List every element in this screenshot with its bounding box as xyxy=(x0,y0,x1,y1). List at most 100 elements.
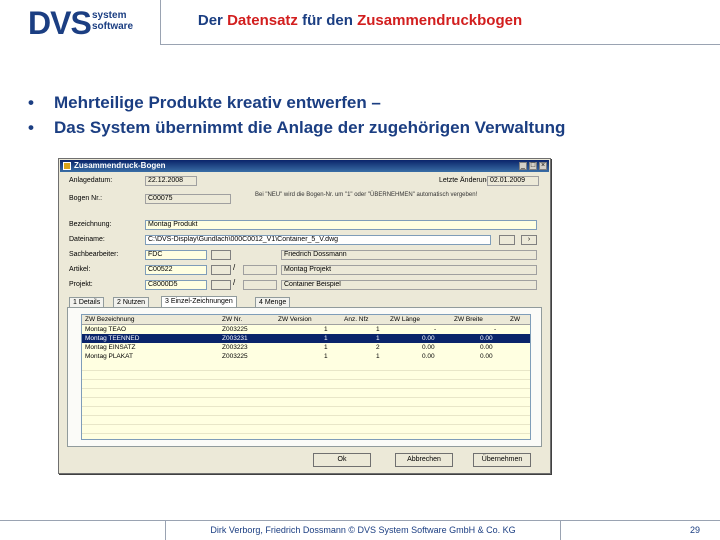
minimize-icon[interactable]: _ xyxy=(519,162,527,170)
table-row[interactable]: Montag EINSATZ Z003223 1 2 0.00 0.00 xyxy=(82,343,530,352)
cell-bezeichnung: Montag PLAKAT xyxy=(85,353,133,360)
dialog-titlebar[interactable]: Zusammendruck-Bogen _ □ × xyxy=(60,160,549,172)
logo-main: DVS xyxy=(28,5,92,41)
cell-breite: - xyxy=(494,326,497,333)
cell-breite: 0.00 xyxy=(480,344,493,351)
artikel-name-field: Montag Projekt xyxy=(281,265,537,275)
title-part-1: Der xyxy=(197,12,228,29)
ok-button[interactable]: Ok xyxy=(313,453,371,467)
cell-bezeichnung: Montag TEENNED xyxy=(85,335,140,342)
col-header-extra[interactable]: ZW xyxy=(510,315,520,324)
tab-details[interactable]: 1 Details xyxy=(69,297,105,307)
cell-laenge: 0.00 xyxy=(422,335,435,342)
cell-laenge: 0.00 xyxy=(422,344,435,351)
cell-nr: Z003225 xyxy=(222,326,248,333)
grid-line xyxy=(82,379,530,380)
grid-line xyxy=(82,370,530,371)
letzte-aenderung-label: Letzte Änderung: xyxy=(439,177,493,184)
dialog-title: Zusammendruck-Bogen xyxy=(74,161,166,170)
sachbearbeiter-lookup-button[interactable] xyxy=(211,250,231,260)
sachbearbeiter-code-input[interactable]: FDC xyxy=(145,250,207,260)
sachbearbeiter-name-field: Friedrich Dossmann xyxy=(281,250,537,260)
artikel-sub-field xyxy=(243,265,277,275)
cell-version: 1 xyxy=(324,353,328,360)
col-header-breite[interactable]: ZW Breite xyxy=(454,315,483,324)
grid-header: ZW Bezeichnung ZW Nr. ZW Version Anz. Nf… xyxy=(82,315,530,325)
footer-credits: Dirk Verborg, Friedrich Dossmann © DVS S… xyxy=(210,525,516,535)
bogen-note: Bei "NEU" wird die Bogen-Nr. um "1" oder… xyxy=(255,192,478,198)
projekt-name-field: Container Beispiel xyxy=(281,280,537,290)
uebernehmen-button[interactable]: Übernehmen xyxy=(473,453,531,467)
grid-line xyxy=(82,415,530,416)
bullet-text: Das System übernimmt die Anlage der zuge… xyxy=(54,118,566,137)
cell-anz: 1 xyxy=(376,353,380,360)
artikel-slash: / xyxy=(233,263,236,272)
grid-line xyxy=(82,406,530,407)
cell-nr: Z003225 xyxy=(222,353,248,360)
cell-anz: 1 xyxy=(376,335,380,342)
cell-version: 1 xyxy=(324,335,328,342)
table-row[interactable]: Montag PLAKAT Z003225 1 1 0.00 0.00 xyxy=(82,352,530,361)
cell-bezeichnung: Montag TEAO xyxy=(85,326,127,333)
cell-nr: Z003223 xyxy=(222,344,248,351)
title-part-2: Datensatz xyxy=(227,12,298,29)
cell-breite: 0.00 xyxy=(480,353,493,360)
sachbearbeiter-label: Sachbearbeiter: xyxy=(69,251,119,258)
tab-nutzen[interactable]: 2 Nutzen xyxy=(113,297,150,307)
col-header-anz[interactable]: Anz. Nfz xyxy=(344,315,369,324)
maximize-icon[interactable]: □ xyxy=(529,162,537,170)
col-header-version[interactable]: ZW Version xyxy=(278,315,312,324)
letzte-aenderung-field: 02.01.2009 xyxy=(487,176,539,186)
close-icon[interactable]: × xyxy=(539,162,547,170)
footer-divider-right xyxy=(560,520,561,540)
col-header-bezeichnung[interactable]: ZW Bezeichnung xyxy=(85,315,135,324)
artikel-code-input[interactable]: C00522 xyxy=(145,265,207,275)
bezeichnung-input[interactable]: Montag Produkt xyxy=(145,220,537,230)
projekt-code-input[interactable]: C8000D5 xyxy=(145,280,207,290)
dateiname-label: Dateiname: xyxy=(69,236,105,243)
col-header-nr[interactable]: ZW Nr. xyxy=(222,315,242,324)
grid-line xyxy=(82,433,530,434)
table-row-selected[interactable]: Montag TEENNED Z003231 1 1 0.00 0.00 xyxy=(82,334,530,343)
cell-laenge: 0.00 xyxy=(422,353,435,360)
cell-bezeichnung: Montag EINSATZ xyxy=(85,344,136,351)
cell-nr: Z003231 xyxy=(222,335,248,342)
grid-line xyxy=(82,397,530,398)
grid-line xyxy=(82,424,530,425)
anlagedatum-field: 22.12.2008 xyxy=(145,176,197,186)
cell-version: 1 xyxy=(324,326,328,333)
artikel-label: Artikel: xyxy=(69,266,91,273)
dvs-logo: DVS system software xyxy=(28,4,146,42)
bullet-text: Mehrteilige Produkte kreativ entwerfen – xyxy=(54,93,381,112)
bullet-list: • Mehrteilige Produkte kreativ entwerfen … xyxy=(28,90,565,140)
logo-sub-line2: software xyxy=(92,21,134,32)
zusammendruck-dialog: Zusammendruck-Bogen _ □ × Anlagedatum: 2… xyxy=(58,158,551,474)
grid-line xyxy=(82,388,530,389)
logo-sub: system software xyxy=(92,10,133,32)
tab-einzel-zeichnungen[interactable]: 3 Einzel-Zeichnungen xyxy=(161,296,237,307)
dateiname-input[interactable]: C:\DVS-Display\Gundlach\000C0012_V1\Cont… xyxy=(145,235,491,245)
bullet-dot: • xyxy=(28,93,34,112)
anlagedatum-label: Anlagedatum: xyxy=(69,177,113,184)
cell-version: 1 xyxy=(324,344,328,351)
header-rule xyxy=(160,44,720,45)
bullet-dot: • xyxy=(28,118,34,137)
slide-title: Der Datensatz für den Zusammendruckbogen xyxy=(160,12,560,29)
table-row[interactable]: Montag TEAO Z003225 1 1 - - xyxy=(82,325,530,334)
col-header-laenge[interactable]: ZW Länge xyxy=(390,315,420,324)
cell-anz: 2 xyxy=(376,344,380,351)
footer-rule xyxy=(0,520,720,521)
browse-button[interactable] xyxy=(499,235,515,245)
open-file-button[interactable]: › xyxy=(521,235,537,245)
bogen-field: C00075 xyxy=(145,194,231,204)
artikel-lookup-button[interactable] xyxy=(211,265,231,275)
tab-menge[interactable]: 4 Menge xyxy=(255,297,291,307)
cell-laenge: - xyxy=(434,326,437,333)
zeichnungen-grid[interactable]: ZW Bezeichnung ZW Nr. ZW Version Anz. Nf… xyxy=(81,314,531,440)
abbrechen-button[interactable]: Abbrechen xyxy=(395,453,453,467)
page-number: 29 xyxy=(690,525,701,535)
title-part-4: Zusammendruckbogen xyxy=(357,12,523,29)
bullet-item: • Mehrteilige Produkte kreativ entwerfen … xyxy=(28,90,565,115)
projekt-lookup-button[interactable] xyxy=(211,280,231,290)
logo-sub-line1: system xyxy=(92,10,127,21)
